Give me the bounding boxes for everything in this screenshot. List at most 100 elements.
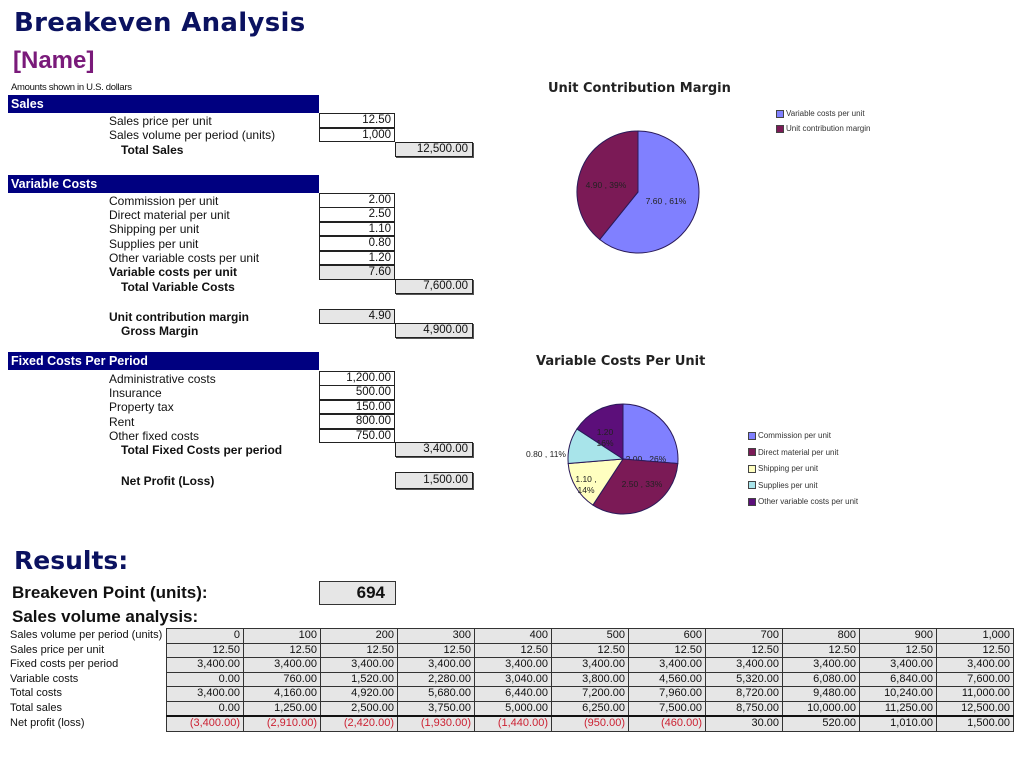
total-fixed-costs-label: Total Fixed Costs per period	[121, 443, 283, 457]
table-cell: 0.00	[166, 671, 244, 687]
section-header-sales: Sales	[8, 95, 319, 113]
fixed-cost-item-label: Property tax	[109, 400, 174, 415]
variable-costs-per-unit-label: Variable costs per unit	[109, 265, 238, 279]
legend-variable-costs: Commission per unit Direct material per u…	[748, 428, 858, 511]
table-cell: 1,000	[936, 628, 1014, 644]
table-row: 0 100 200 300 400 500 600 700 800 900 1,000	[166, 628, 1014, 644]
fixed-cost-item-label: Insurance	[109, 385, 162, 400]
gross-margin-label: Gross Margin	[121, 324, 199, 338]
legend-item: Supplies per unit	[748, 478, 858, 495]
legend-item: Direct material per unit	[748, 445, 858, 462]
gross-margin-value: 4,900.00	[395, 323, 473, 338]
legend-swatch	[748, 497, 756, 506]
legend-swatch	[776, 124, 784, 133]
table-cell: 3,800.00	[551, 671, 629, 687]
table-cell: 8,720.00	[705, 686, 783, 702]
fixed-cost-item-input[interactable]: 150.00	[319, 399, 395, 415]
table-cell: 9,480.00	[782, 686, 860, 702]
variable-cost-item-input[interactable]: 1.20	[319, 250, 395, 266]
legend-item: Commission per unit	[748, 428, 858, 445]
table-cell: (2,910.00)	[243, 715, 321, 732]
table-cell: 12.50	[166, 642, 244, 658]
total-sales-value: 12,500.00	[395, 142, 473, 157]
sv-row-label: Total sales	[10, 702, 62, 714]
table-cell: 5,320.00	[705, 671, 783, 687]
table-cell: 500	[551, 628, 629, 644]
sv-row-label: Total costs	[10, 687, 62, 700]
fixed-cost-item-input[interactable]: 750.00	[319, 428, 395, 444]
legend-label: Variable costs per unit	[786, 109, 865, 118]
sv-row-label: Sales price per unit	[10, 643, 105, 656]
variable-cost-item-input[interactable]: 2.00	[319, 193, 395, 208]
table-cell: (2,420.00)	[320, 715, 398, 732]
company-name[interactable]: [Name]	[13, 47, 94, 75]
table-cell: (1,440.00)	[474, 715, 552, 732]
fixed-cost-item-input[interactable]: 500.00	[319, 385, 395, 400]
table-cell: (950.00)	[551, 715, 629, 732]
table-cell: 7,600.00	[936, 671, 1014, 687]
table-cell: (1,930.00)	[397, 715, 475, 732]
legend-item: Other variable costs per unit	[748, 494, 858, 511]
table-cell: 1,500.00	[936, 715, 1014, 732]
pie-data-label: 1.10 ,	[575, 474, 596, 484]
section-header-variable-costs: Variable Costs	[8, 175, 319, 193]
legend-label: Supplies per unit	[758, 480, 818, 490]
variable-cost-item-input[interactable]: 0.80	[319, 236, 395, 251]
legend-label: Direct material per unit	[758, 447, 839, 457]
variable-cost-item-input[interactable]: 2.50	[319, 207, 395, 222]
variable-cost-item-input[interactable]: 1.10	[319, 221, 395, 237]
legend-swatch	[748, 448, 756, 457]
table-cell: 11,250.00	[859, 700, 937, 717]
total-variable-costs-value: 7,600.00	[395, 279, 473, 294]
table-cell: (3,400.00)	[166, 715, 244, 732]
table-cell: 1,010.00	[859, 715, 937, 732]
table-cell: 3,400.00	[474, 657, 552, 673]
table-cell: 12.50	[397, 642, 475, 658]
table-cell: 12.50	[705, 642, 783, 658]
legend-label: Shipping per unit	[758, 464, 819, 473]
legend-swatch	[748, 431, 756, 440]
legend-item: Variable costs per unit	[776, 106, 870, 121]
table-cell: 3,750.00	[397, 700, 475, 717]
legend-swatch	[748, 481, 756, 490]
fixed-cost-item-input[interactable]: 1,200.00	[319, 371, 395, 386]
table-cell: 7,960.00	[628, 686, 706, 702]
table-cell: 1,250.00	[243, 700, 321, 717]
results-heading: Results:	[14, 546, 129, 575]
table-cell: 6,250.00	[551, 700, 629, 717]
table-cell: 800	[782, 628, 860, 644]
table-cell: 7,500.00	[628, 700, 706, 717]
sv-row-label: Variable costs	[10, 672, 79, 685]
chart-title-unit-contribution: Unit Contribution Margin	[548, 81, 731, 96]
sales-price-label: Sales price per unit	[109, 114, 212, 128]
unit-contribution-margin-value: 4.90	[319, 309, 395, 324]
page-title: Breakeven Analysis	[14, 8, 306, 38]
pie-data-label: 0.80 , 11%	[526, 449, 566, 459]
fixed-cost-item-label: Other fixed costs	[109, 429, 200, 444]
sales-volume-analysis-heading: Sales volume analysis:	[12, 607, 199, 626]
table-cell: 3,400.00	[782, 657, 860, 673]
sales-volume-input[interactable]: 1,000	[319, 127, 395, 142]
table-cell: 12.50	[936, 642, 1014, 658]
total-sales-label: Total Sales	[121, 143, 184, 157]
table-cell: 100	[243, 628, 321, 644]
chart-title-variable-costs: Variable Costs Per Unit	[536, 354, 706, 369]
pie-chart-variable-costs: 2.00 , 26%2.50 , 33%1.10 ,14%0.80 , 11%1…	[526, 403, 679, 515]
sales-price-input[interactable]: 12.50	[319, 113, 395, 128]
table-cell: 3,400.00	[397, 657, 475, 673]
section-header-fixed-costs: Fixed Costs Per Period	[8, 352, 319, 370]
table-cell: 300	[397, 628, 475, 644]
table-cell: 3,400.00	[166, 657, 244, 673]
fixed-cost-item-input[interactable]: 800.00	[319, 414, 395, 429]
table-cell: 12.50	[243, 642, 321, 658]
sv-row-label: Fixed costs per period	[10, 658, 119, 671]
sales-volume-table: 0 100 200 300 400 500 600 700 800 900 1,000 12.50 12…	[166, 628, 1014, 732]
table-cell: 3,400.00	[705, 657, 783, 673]
pie-data-label: 14%	[577, 485, 594, 495]
table-cell: 6,080.00	[782, 671, 860, 687]
variable-cost-item-label: Direct material per unit	[109, 207, 230, 222]
table-cell: 12.50	[782, 642, 860, 658]
table-row: 0.00 1,250.00 2,500.00 3,750.00 5,000.00 6,25…	[166, 700, 1014, 717]
net-profit-value: 1,500.00	[395, 472, 473, 489]
legend-swatch	[748, 464, 756, 473]
